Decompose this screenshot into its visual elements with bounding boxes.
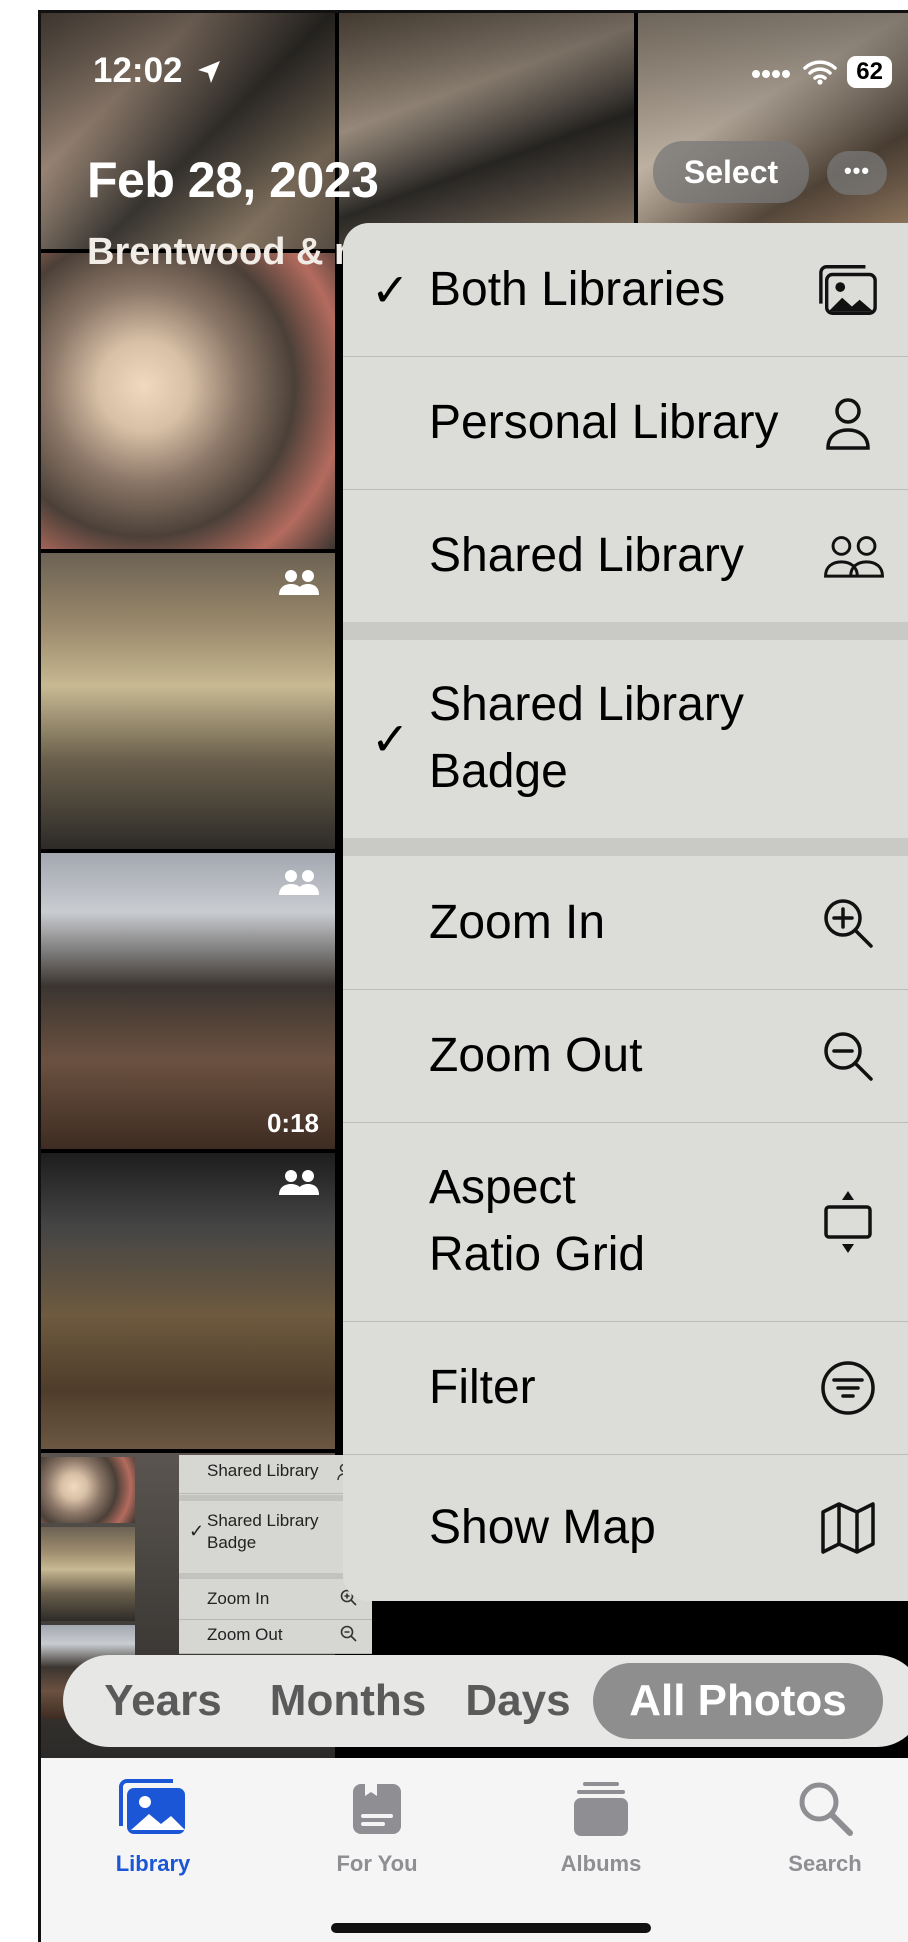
albums-icon (574, 1782, 628, 1836)
menu-item-label: Zoom Out (429, 1029, 643, 1082)
menu-item-label: Zoom In (429, 895, 606, 949)
menu-item-label-line2: Badge (429, 745, 568, 798)
location-subtitle: Brentwood & r (87, 231, 349, 273)
shared-library-badge-icon (279, 1170, 319, 1195)
status-bar-right: 62 (751, 55, 892, 89)
view-options-menu: ✓ Both Libraries Personal Library Shared… (343, 223, 908, 1601)
menu-item-aspect-ratio-grid[interactable]: Aspect Ratio Grid (343, 1122, 908, 1321)
menu-item-label-line2: Ratio Grid (429, 1228, 646, 1281)
menu-item-label: Both Libraries (429, 262, 726, 316)
filter-icon (817, 1357, 879, 1419)
menu-item-label-line1: Shared Library (429, 678, 744, 731)
mini-label: Badge (207, 1533, 257, 1552)
zoom-in-icon (817, 892, 879, 954)
checkmark-icon: ✓ (371, 713, 410, 765)
shared-library-badge-icon (279, 570, 319, 595)
tab-for-you[interactable]: For You (277, 1778, 477, 1877)
zoom-out-icon (817, 1025, 879, 1087)
segment-all-photos[interactable]: All Photos (593, 1663, 883, 1739)
photo-stack-icon (817, 259, 879, 321)
library-icon (119, 1779, 185, 1834)
page-title: Feb 28, 2023 (87, 152, 379, 208)
photo-thumbnail[interactable] (41, 253, 335, 549)
menu-item-label: Filter (429, 1361, 536, 1414)
for-you-icon (353, 1784, 401, 1834)
tab-bar: Library For You Albums Search (41, 1758, 908, 1942)
mini-row-zoom-out: Zoom Out (179, 1617, 372, 1654)
tab-label: Library (115, 1851, 191, 1876)
photo-thumbnail[interactable] (41, 1153, 335, 1449)
video-duration: 0:18 (266, 1108, 319, 1138)
menu-item-personal-library[interactable]: Personal Library (343, 356, 908, 489)
menu-item-zoom-out[interactable]: Zoom Out (343, 989, 908, 1122)
map-icon (817, 1497, 879, 1559)
tab-label: For You (336, 1851, 418, 1876)
tab-albums[interactable]: Albums (501, 1778, 701, 1877)
zoom-out-icon (340, 1625, 357, 1642)
segment-months[interactable]: Months (253, 1655, 443, 1747)
tab-library[interactable]: Library (53, 1778, 253, 1877)
segment-years[interactable]: Years (83, 1655, 243, 1747)
time-scale-segmented-control: Years Months Days All Photos (63, 1655, 908, 1747)
tab-label: Albums (560, 1851, 642, 1876)
mini-photo (41, 1457, 135, 1523)
home-indicator[interactable] (331, 1923, 651, 1933)
menu-item-filter[interactable]: Filter (343, 1321, 908, 1454)
menu-item-label: Shared Library (429, 529, 744, 582)
checkmark-icon: ✓ (371, 263, 410, 316)
time-text: 12:02 (93, 51, 183, 90)
menu-item-shared-library[interactable]: Shared Library (343, 489, 908, 622)
mini-checkmark: ✓ (189, 1521, 205, 1541)
tab-label: Search (788, 1851, 862, 1876)
mini-label: Shared Library (207, 1511, 319, 1530)
mini-label: Shared Library (207, 1461, 319, 1480)
photo-thumbnail[interactable] (41, 553, 335, 849)
search-icon (799, 1782, 853, 1836)
menu-item-label: Show Map (429, 1501, 656, 1554)
cellular-signal-icon (752, 70, 791, 78)
tab-search[interactable]: Search (725, 1778, 908, 1877)
mini-label: Zoom Out (207, 1625, 283, 1644)
mini-photo (41, 1527, 135, 1621)
menu-item-show-map[interactable]: Show Map (343, 1454, 908, 1601)
menu-section-divider (343, 838, 908, 856)
shared-library-badge-icon (279, 870, 319, 895)
menu-item-both-libraries[interactable]: ✓ Both Libraries (343, 223, 908, 356)
video-thumbnail[interactable]: 0:18 (41, 853, 335, 1149)
menu-item-label: Personal Library (429, 396, 779, 449)
location-arrow-icon (198, 61, 221, 83)
photos-app-screen: 0:18 Shared Library ✓ Shared Library Bad… (38, 10, 908, 1942)
battery-level: 62 (847, 56, 892, 88)
menu-item-label-line1: Aspect (429, 1161, 576, 1214)
mini-label: Zoom In (207, 1589, 270, 1608)
status-bar-time: 12:02 (93, 51, 222, 91)
segment-days[interactable]: Days (453, 1655, 583, 1747)
menu-item-zoom-in[interactable]: Zoom In (343, 856, 908, 989)
menu-section-divider (343, 622, 908, 640)
aspect-grid-icon (817, 1191, 879, 1253)
menu-item-shared-library-badge[interactable]: ✓ Shared Library Badge (343, 640, 908, 838)
more-options-button[interactable]: ••• (827, 151, 887, 195)
select-button[interactable]: Select (653, 141, 809, 203)
two-people-icon (823, 525, 885, 587)
wifi-icon (803, 60, 838, 85)
person-icon (817, 392, 879, 454)
